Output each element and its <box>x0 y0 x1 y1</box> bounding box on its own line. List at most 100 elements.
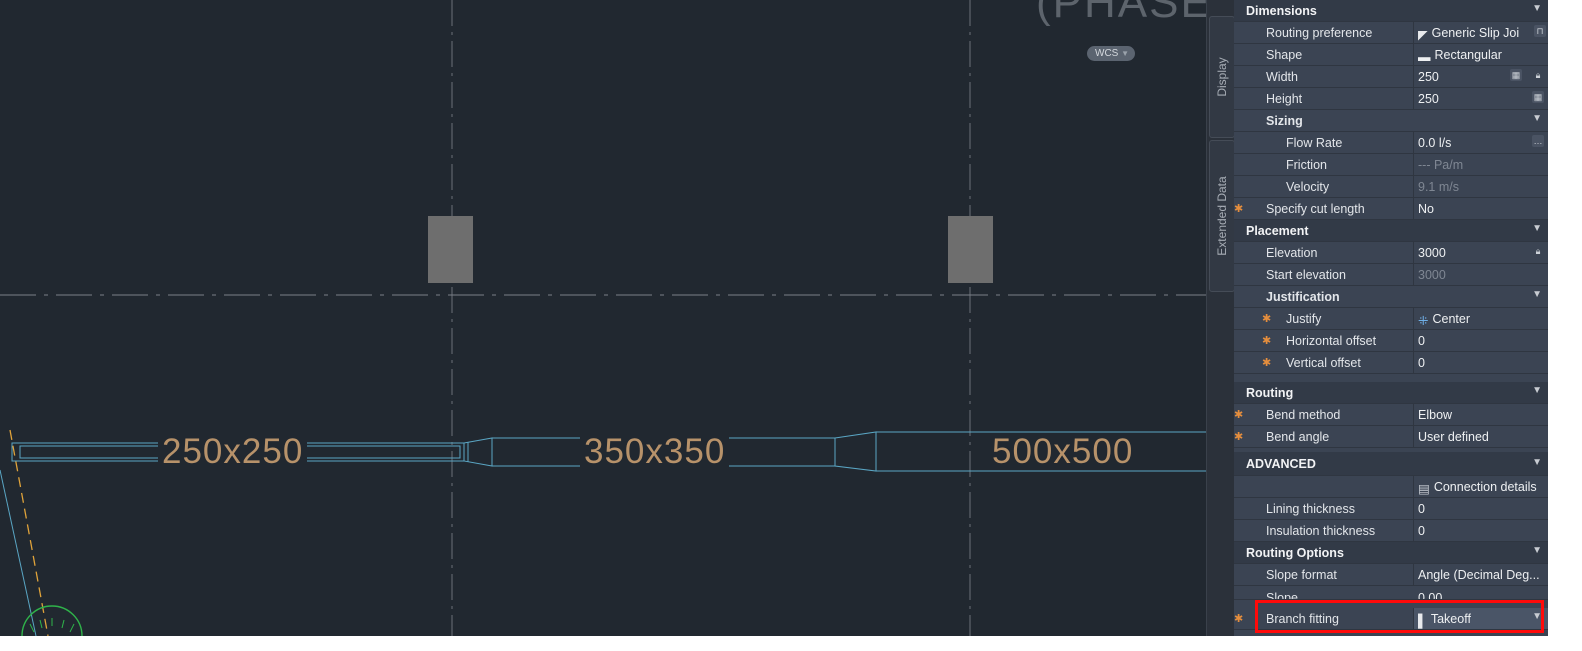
prop-label: Vertical offset <box>1286 356 1361 370</box>
palette-side-tabs: Display Extended Data <box>1206 0 1235 636</box>
section-placement[interactable]: Placement ▼ <box>1234 220 1548 242</box>
tab-extended-data[interactable]: Extended Data <box>1209 140 1235 292</box>
prop-value-cell[interactable] <box>1413 520 1549 541</box>
bottom-strip <box>0 636 1582 651</box>
prop-value-cell[interactable] <box>1413 498 1549 519</box>
prop-label: Justify <box>1286 312 1322 326</box>
calculator-icon[interactable]: ▦ <box>1510 69 1522 81</box>
browse-icon[interactable]: ⊓ <box>1534 25 1546 37</box>
panel-right-edge <box>1548 0 1582 636</box>
prop-bend-method[interactable]: ✱ Bend method Elbow <box>1234 404 1548 426</box>
column-right <box>948 216 993 283</box>
prop-value: User defined <box>1418 430 1489 444</box>
prop-slope-format[interactable]: Slope format Angle (Decimal Deg... <box>1234 564 1548 586</box>
prop-label: Slope format <box>1266 568 1337 582</box>
prop-label: Insulation thickness <box>1266 524 1376 538</box>
calculator-icon[interactable]: ▦ <box>1532 91 1544 103</box>
properties-panel: Dimensions ▼ Routing preference ◤ Generic… <box>1234 0 1549 636</box>
prop-value: 0.0 l/s <box>1418 136 1452 150</box>
section-routing-options[interactable]: Routing Options ▼ <box>1234 542 1548 564</box>
tab-extended-data-label: Extended Data <box>1215 176 1229 256</box>
prop-vertical-offset[interactable]: ✱ Vertical offset 0 <box>1234 352 1548 374</box>
subsection-justification[interactable]: Justification ▼ <box>1234 286 1548 308</box>
section-label: Dimensions <box>1246 4 1317 18</box>
chevron-down-icon[interactable]: ▼ <box>1532 545 1542 556</box>
prop-label: Branch fitting <box>1266 612 1339 626</box>
prop-bend-angle[interactable]: ✱ Bend angle User defined <box>1234 426 1548 448</box>
chevron-down-icon[interactable]: ▼ <box>1532 611 1542 622</box>
required-star-icon: ✱ <box>1262 357 1272 369</box>
prop-label: Bend angle <box>1266 430 1330 444</box>
prop-value: ⁜ Center <box>1418 312 1471 328</box>
canvas-graphics <box>0 0 1206 636</box>
subsection-sizing[interactable]: Sizing ▼ <box>1234 110 1548 132</box>
prop-velocity: Velocity 9.1 m/s <box>1234 176 1548 198</box>
section-advanced[interactable]: ADVANCED ▼ <box>1234 452 1548 476</box>
elbow-icon: ◤ <box>1418 28 1428 42</box>
prop-elevation[interactable]: Elevation 3000 🔒︎ <box>1234 242 1548 264</box>
prop-height[interactable]: Height 250 ▦ <box>1234 88 1548 110</box>
lock-icon[interactable]: 🔒︎ <box>1532 245 1544 257</box>
prop-horizontal-offset[interactable]: ✱ Horizontal offset 0 <box>1234 330 1548 352</box>
prop-label: Horizontal offset <box>1286 334 1377 348</box>
section-dimensions[interactable]: Dimensions ▼ <box>1234 0 1548 22</box>
duct-size-label-500: 500x500 <box>988 434 1138 470</box>
required-star-icon: ✱ <box>1234 613 1244 625</box>
required-star-icon: ✱ <box>1234 431 1244 443</box>
tab-display-label: Display <box>1215 57 1229 97</box>
prop-justify[interactable]: ✱ Justify ⁜ Center <box>1234 308 1548 330</box>
tab-display[interactable]: Display <box>1209 16 1235 138</box>
prop-label: Velocity <box>1286 180 1330 194</box>
section-label: Justification <box>1266 290 1340 304</box>
section-label: Routing <box>1246 386 1294 400</box>
connection-details-button[interactable]: ▤ Connection details <box>1418 480 1537 496</box>
prop-shape[interactable]: Shape ▬ Rectangular <box>1234 44 1548 66</box>
lock-icon[interactable]: 🔒︎ <box>1532 69 1544 81</box>
prop-label: Specify cut length <box>1266 202 1365 216</box>
drawing-title-fragment: (PHASE <box>1036 0 1206 27</box>
prop-value: 9.1 m/s <box>1418 180 1459 194</box>
prop-label: Bend method <box>1266 408 1341 422</box>
prop-value: 250 <box>1418 70 1439 84</box>
prop-specify-cut-length[interactable]: ✱ Specify cut length No <box>1234 198 1548 220</box>
prop-value-cell[interactable] <box>1413 330 1549 351</box>
chevron-down-icon[interactable]: ▼ <box>1532 113 1542 124</box>
prop-width[interactable]: Width 250 ▦ 🔒︎ <box>1234 66 1548 88</box>
section-label: ADVANCED <box>1246 457 1316 471</box>
prop-value-cell[interactable] <box>1413 352 1549 373</box>
prop-value: 0 <box>1418 502 1425 516</box>
prop-flow-rate[interactable]: Flow Rate 0.0 l/s … <box>1234 132 1548 154</box>
prop-start-elevation: Start elevation 3000 <box>1234 264 1548 286</box>
prop-connection-details[interactable]: ▤ Connection details <box>1234 476 1548 498</box>
section-routing[interactable]: Routing ▼ <box>1234 382 1548 404</box>
prop-insulation-thickness[interactable]: Insulation thickness 0 <box>1234 520 1548 542</box>
transition-350-500 <box>834 431 877 472</box>
required-star-icon: ✱ <box>1234 203 1244 215</box>
prop-value: No <box>1418 202 1434 216</box>
section-label: Placement <box>1246 224 1309 238</box>
prop-slope[interactable]: Slope 0.00 <box>1234 586 1548 600</box>
prop-label: Elevation <box>1266 246 1318 260</box>
prop-friction: Friction --- Pa/m <box>1234 154 1548 176</box>
transition-250-350 <box>463 437 493 467</box>
prop-value: ▌ Takeoff <box>1418 612 1471 628</box>
chevron-down-icon: ▼ <box>1121 49 1129 58</box>
prop-lining-thickness[interactable]: Lining thickness 0 <box>1234 498 1548 520</box>
prop-value: ▬ Rectangular <box>1418 48 1502 64</box>
chevron-down-icon[interactable]: ▼ <box>1532 289 1542 300</box>
chevron-down-icon[interactable]: ▼ <box>1532 457 1542 468</box>
wcs-button[interactable]: WCS ▼ <box>1087 46 1135 61</box>
duct-size-label-350: 350x350 <box>580 434 730 470</box>
justify-grid-icon: ⁜ <box>1418 314 1429 328</box>
duct-size-label-250: 250x250 <box>158 434 308 470</box>
prop-label: Friction <box>1286 158 1327 172</box>
prop-branch-fitting[interactable]: ✱ Branch fitting ▌ Takeoff ▼ <box>1234 608 1549 630</box>
prop-routing-preference[interactable]: Routing preference ◤ Generic Slip Joi ⊓ <box>1234 22 1548 44</box>
chevron-down-icon[interactable]: ▼ <box>1532 223 1542 234</box>
chevron-down-icon[interactable]: ▼ <box>1532 3 1542 14</box>
column-left <box>428 216 473 283</box>
chevron-down-icon[interactable]: ▼ <box>1532 385 1542 396</box>
drawing-canvas[interactable]: 250x250 350x350 500x500 (PHASE WCS ▼ <box>0 0 1206 636</box>
edit-icon[interactable]: … <box>1532 135 1544 147</box>
prop-label: Height <box>1266 92 1303 106</box>
